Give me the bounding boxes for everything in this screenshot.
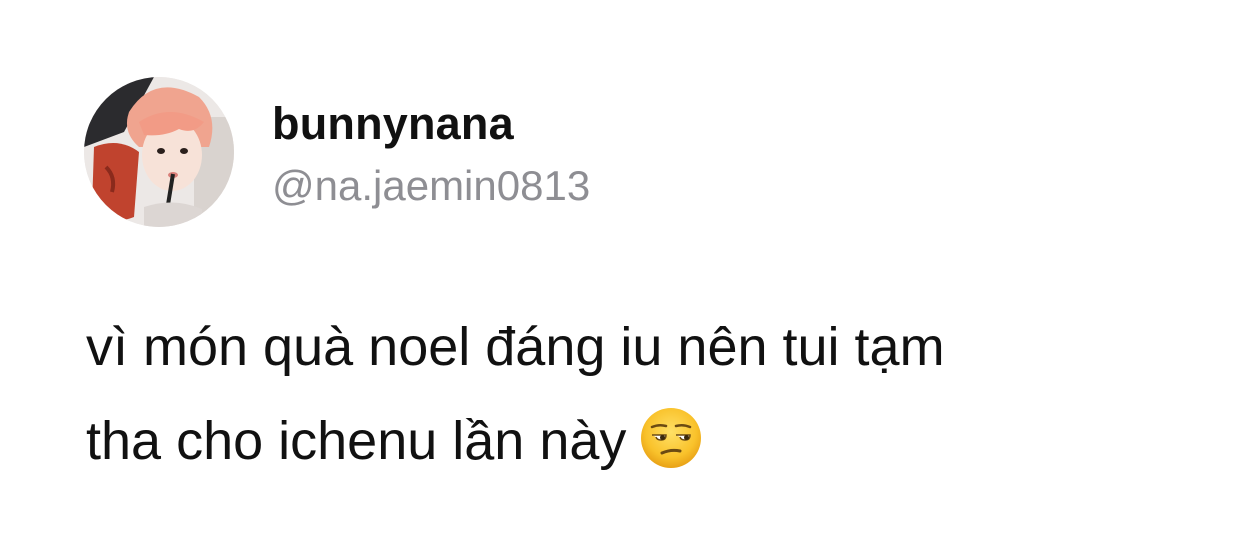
tweet-text-line-2-content: tha cho ichenu lần này — [86, 411, 627, 471]
avatar-photo — [84, 77, 234, 227]
tweet-text-line-2: tha cho ichenu lần này — [86, 394, 1166, 488]
tweet-card: bunnynana @na.jaemin0813 vì món quà noel… — [0, 0, 1242, 550]
display-name[interactable]: bunnynana — [272, 96, 514, 152]
tweet-text-line-1: vì món quà noel đáng iu nên tui tạm — [86, 317, 945, 377]
user-handle[interactable]: @na.jaemin0813 — [272, 160, 590, 212]
avatar[interactable] — [84, 77, 234, 227]
unamused-face-icon — [640, 404, 702, 468]
tweet-text: vì món quà noel đáng iu nên tui tạm tha … — [86, 300, 1166, 488]
